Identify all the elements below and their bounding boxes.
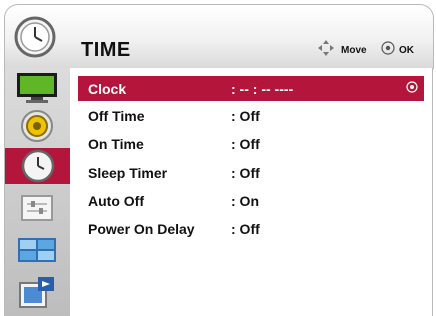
menu-row-label: Sleep Timer [88,165,168,181]
options-icon [21,195,53,221]
sidebar-item-input[interactable] [11,274,63,310]
input-icon [19,277,54,308]
sidebar-item-audio[interactable] [11,108,63,144]
menu-row-sleep-timer[interactable]: Sleep Timer : Off [78,160,424,185]
menu-row-clock[interactable]: Clock : -- : -- ---- [78,76,424,101]
clock-icon [14,16,56,58]
menu-row-value: : On [231,193,259,209]
sidebar-item-display[interactable] [11,232,63,268]
menu-row-off-time[interactable]: Off Time : Off [78,103,424,128]
menu-row-on-time[interactable]: On Time : Off [78,131,424,156]
menu-row-label: Off Time [88,108,145,124]
monitor-icon [17,73,57,103]
menu-row-label: Auto Off [88,193,144,209]
sidebar-item-picture[interactable] [11,70,63,106]
menu-row-label: Clock [88,81,127,97]
menu-row-label: Power On Delay [88,221,195,237]
sidebar-item-options[interactable] [11,190,63,226]
page-title: TIME [81,39,131,61]
menu-row-label: On Time [88,136,144,152]
speaker-icon [21,110,53,142]
menu-row-value: : Off [231,136,260,152]
menu-row-value: : Off [231,108,260,124]
menu-row-value: : -- : -- ---- [231,81,294,97]
menu-content: Clock : -- : -- ---- Off Time : Off On T… [70,68,433,316]
ok-button-icon [381,41,395,55]
menu-header: TIME Move OK [4,4,434,69]
select-indicator-icon [406,81,418,93]
display-icon [18,238,56,262]
menu-row-value: : Off [231,221,260,237]
clock-icon [21,149,55,183]
osd-window: TIME Move OK Clock: --: -- ---- Off Ti… [0,0,436,316]
category-sidebar [4,68,71,316]
menu-row-auto-off[interactable]: Auto Off : On [78,188,424,213]
menu-row-power-on-delay[interactable]: Power On Delay : Off [78,216,424,241]
move-hint-label: Move [341,45,367,56]
ok-hint-label: OK [399,45,414,56]
move-arrows-icon [318,40,334,56]
sidebar-item-time[interactable] [5,148,71,184]
menu-row-value: : Off [231,165,260,181]
